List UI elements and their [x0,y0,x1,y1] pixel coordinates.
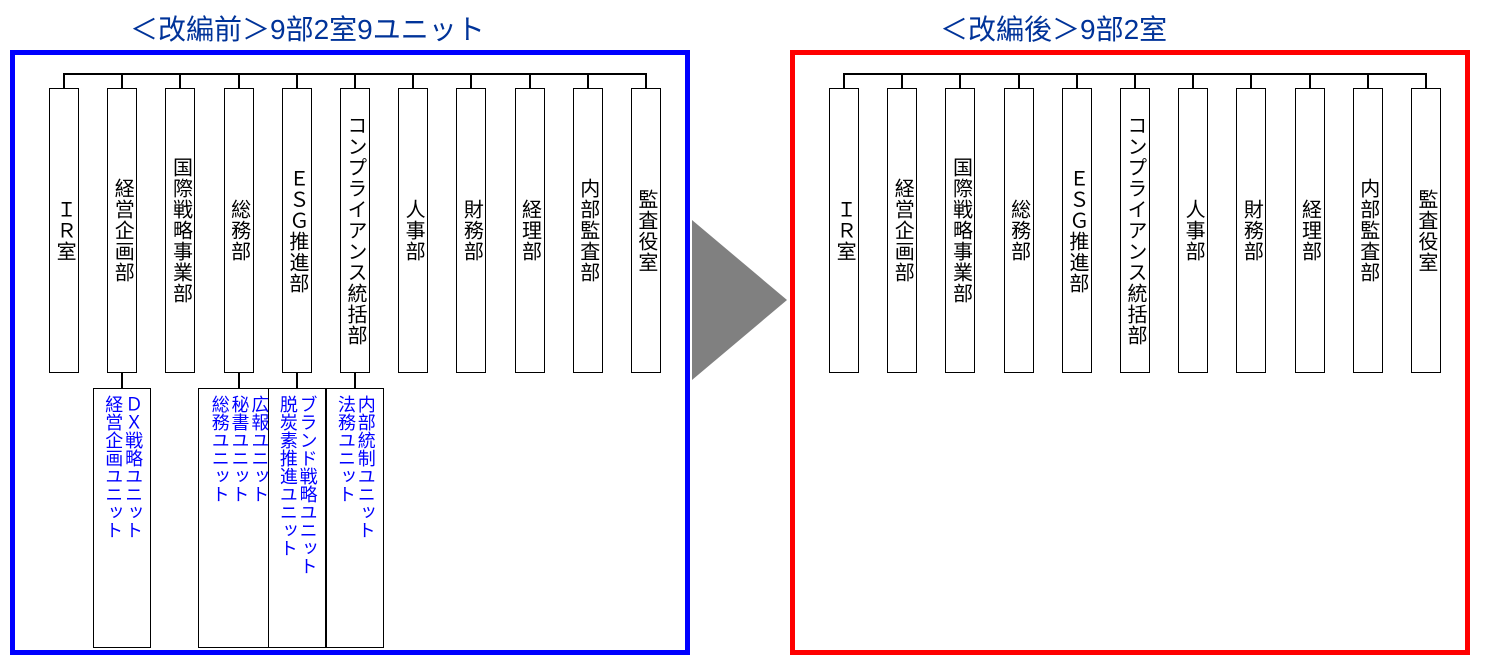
dept-connector [296,73,298,88]
unit-label: 広報ユニット [249,395,269,503]
dept-connector [121,73,123,88]
dept-box: 内部監査部 [1353,88,1383,373]
dept-box: 国際戦略事業部 [165,88,195,373]
dept-box: 人事部 [398,88,428,373]
dept-label: ＥＳＧ推進部 [1066,168,1088,294]
dept-box: ＩＲ室 [49,88,79,373]
dept-box: ＥＳＧ推進部 [282,88,312,373]
dept-label: 人事部 [1182,199,1204,262]
dept-connector [238,73,240,88]
dept-label: 内部監査部 [1357,178,1379,283]
dept-connector [959,73,961,88]
unit-connector [296,373,298,388]
dept-label: 監査役室 [1415,189,1437,273]
dept-box: 監査役室 [1411,88,1441,373]
dept-connector [1250,73,1252,88]
dept-box: 人事部 [1178,88,1208,373]
unit-label: ＤＸ戦略ユニット [122,395,142,539]
dept-connector [63,73,65,88]
dept-connector [470,73,472,88]
dept-connector [587,73,589,88]
unit-label: 経営企画ユニット [102,395,122,539]
dept-label: コンプライアンス統括部 [1124,115,1146,346]
dept-box: 総務部 [1004,88,1034,373]
unit-label: ブランド戦略ユニット [297,395,317,575]
title-after: ＜改編後＞9部2室 [940,8,1167,48]
title-before: ＜改編前＞9部2室9ユニット [130,8,485,48]
dept-label: 監査役室 [635,189,657,273]
unit-label: 秘書ユニット [229,395,249,503]
dept-box: 財務部 [1236,88,1266,373]
dept-connector [179,73,181,88]
unit-group-box: ＤＸ戦略ユニット経営企画ユニット [93,388,151,648]
dept-connector [645,73,647,88]
dept-connector [1076,73,1078,88]
dept-label: 内部監査部 [577,178,599,283]
dept-connector [1134,73,1136,88]
unit-connector [354,373,356,388]
dept-connector [354,73,356,88]
dept-box: 経理部 [1295,88,1325,373]
dept-box: 経理部 [515,88,545,373]
dept-box: 国際戦略事業部 [945,88,975,373]
dept-box: ＥＳＧ推進部 [1062,88,1092,373]
dept-box: コンプライアンス統括部 [1120,88,1150,373]
dept-label: ＥＳＧ推進部 [286,168,308,294]
unit-label: 脱炭素推進ユニット [277,395,297,557]
unit-connector [121,373,123,388]
panel-after: ＩＲ室 経営企画部 国際戦略事業部 総務部 ＥＳＧ推進部 コンプライアンス統括部 人事部 財務… [790,50,1470,655]
dept-label: 財務部 [460,199,482,262]
dept-box: 監査役室 [631,88,661,373]
dept-box: 総務部 [224,88,254,373]
dept-label: 財務部 [1240,199,1262,262]
dept-box: コンプライアンス統括部 [340,88,370,373]
dept-connector [1425,73,1427,88]
dept-connector [843,73,845,88]
dept-connector [412,73,414,88]
dept-connector [1367,73,1369,88]
unit-group-box: 内部統制ユニット法務ユニット [326,388,384,648]
dept-connector [1018,73,1020,88]
dept-box: 経営企画部 [107,88,137,373]
dept-label: 経営企画部 [111,178,133,283]
unit-label: 総務ユニット [209,395,229,503]
panel-before: ＩＲ室 経営企画部 国際戦略事業部 総務部 ＥＳＧ推進部 コンプライアンス統括部 人事部 財務… [10,50,690,655]
dept-label: 人事部 [402,199,424,262]
unit-label: 内部統制ユニット [355,395,375,539]
dept-connector [529,73,531,88]
dept-connector [1192,73,1194,88]
dept-label: 経営企画部 [891,178,913,283]
dept-connector [1309,73,1311,88]
dept-box: 財務部 [456,88,486,373]
dept-label: 経理部 [519,199,541,262]
dept-box: ＩＲ室 [829,88,859,373]
dept-label: コンプライアンス統括部 [344,115,366,346]
dept-label: 経理部 [1299,199,1321,262]
dept-label: ＩＲ室 [833,199,855,262]
dept-connector [901,73,903,88]
dept-label: 総務部 [1008,199,1030,262]
dept-label: ＩＲ室 [53,199,75,262]
unit-connector [238,373,240,388]
arrow-icon [692,220,787,380]
dept-label: 国際戦略事業部 [949,157,971,304]
dept-label: 国際戦略事業部 [169,157,191,304]
dept-label: 総務部 [228,199,250,262]
unit-group-box: ブランド戦略ユニット脱炭素推進ユニット [268,388,326,648]
unit-label: 法務ユニット [335,395,355,503]
dept-box: 経営企画部 [887,88,917,373]
dept-box: 内部監査部 [573,88,603,373]
